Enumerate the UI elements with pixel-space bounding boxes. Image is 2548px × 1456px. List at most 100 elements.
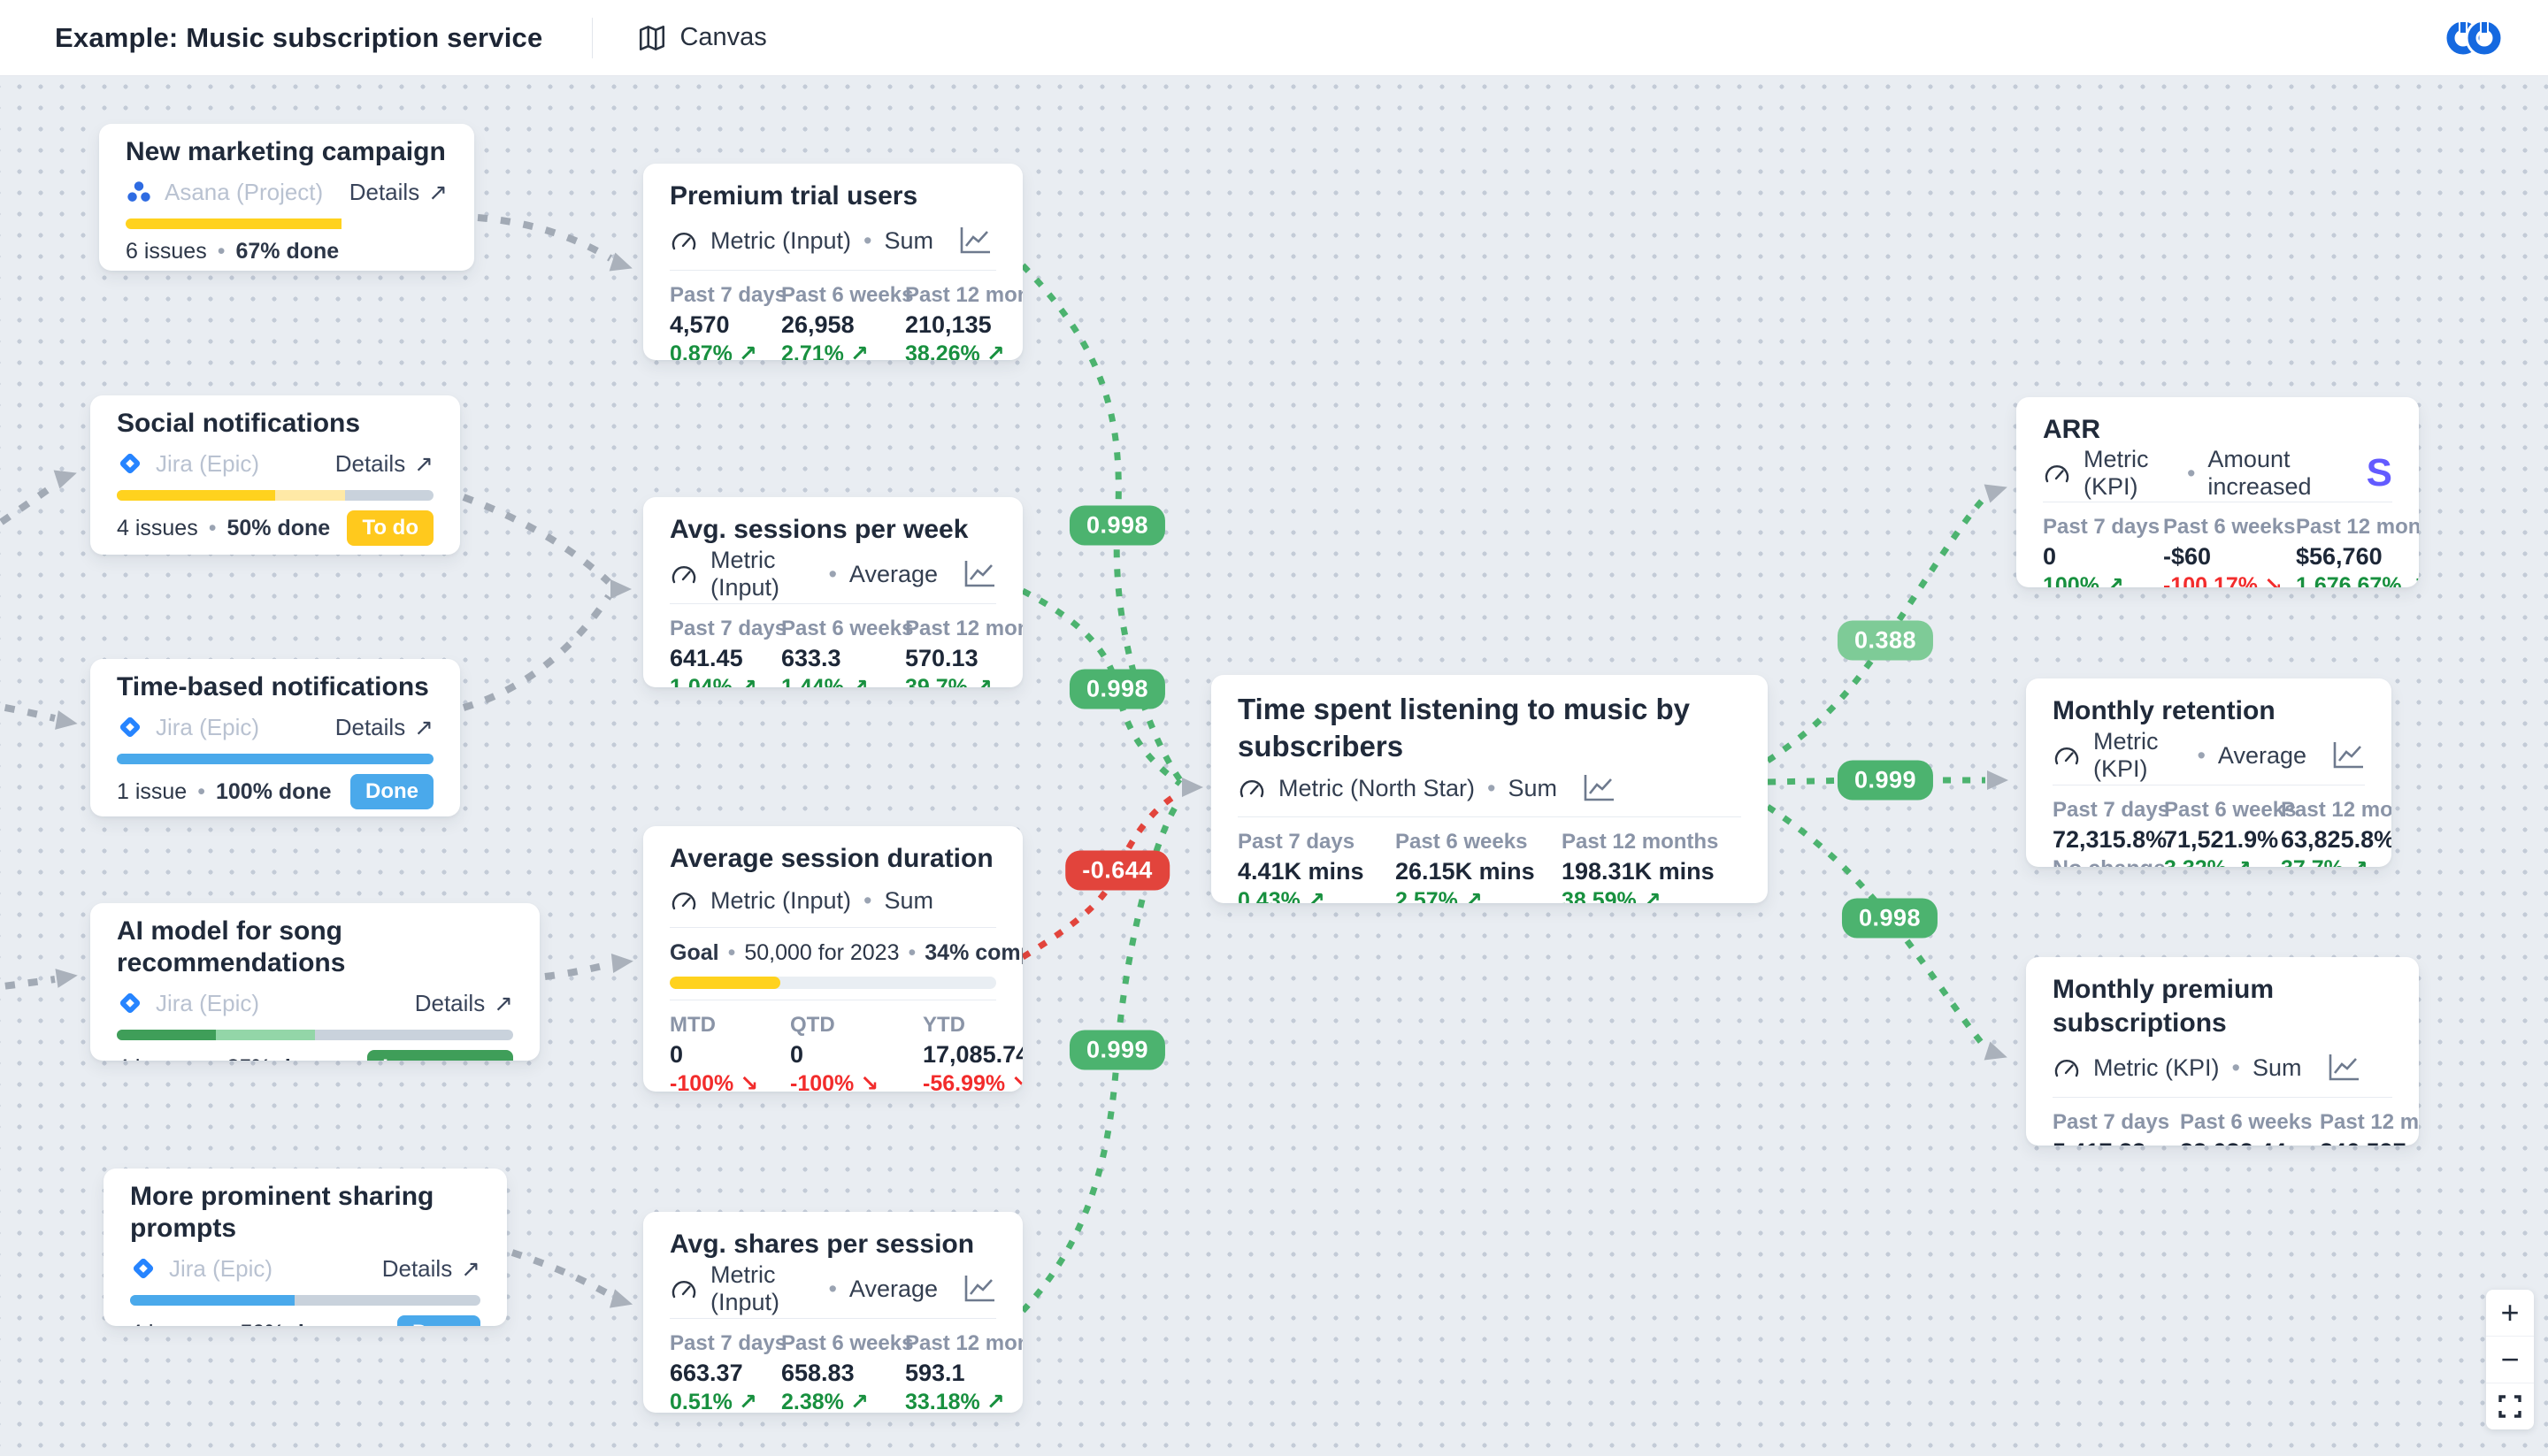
correlation-badge[interactable]: 0.998 [1070, 506, 1165, 546]
period-value: 0 [2043, 541, 2149, 571]
card-divider [670, 1318, 996, 1319]
line-chart-icon[interactable] [959, 1272, 996, 1306]
project-card-sharing-prompts[interactable]: More prominent sharing prompts Jira (Epi… [104, 1169, 507, 1326]
details-link[interactable]: Details ↗ [415, 990, 513, 1017]
project-source-label: Jira (Epic) [156, 450, 259, 478]
connector-timebased-sessions [464, 596, 609, 708]
issues-summary: 4 issues • 50% done [130, 1321, 343, 1327]
period-delta: -56.99% ↘ [923, 1070, 1023, 1092]
metric-card-north-star[interactable]: Time spent listening to music by subscri… [1211, 675, 1768, 903]
project-title: Time-based notifications [117, 671, 434, 703]
correlation-badge[interactable]: 0.999 [1838, 761, 1933, 801]
correlation-badge[interactable]: 0.998 [1070, 670, 1165, 709]
period-value: 0 [790, 1039, 909, 1069]
progress-segment [117, 490, 275, 501]
period-value: 633.3 [781, 643, 891, 673]
project-card-ai-model[interactable]: AI model for song recommendations Jira (… [90, 903, 540, 1061]
correlation-badge[interactable]: 0.998 [1842, 899, 1938, 939]
jira-icon [117, 450, 143, 477]
map-icon [637, 23, 667, 53]
jira-icon [117, 990, 143, 1016]
correlation-badge[interactable]: 0.999 [1070, 1031, 1165, 1070]
workspace-title[interactable]: Example: Music subscription service [55, 22, 542, 54]
progress-segment [130, 1295, 295, 1306]
details-label: Details [335, 450, 405, 478]
tab-canvas[interactable]: Canvas [637, 23, 766, 53]
metric-card-monthly-premium-subscriptions[interactable]: Monthly premium subscriptions Metric (KP… [2026, 957, 2419, 1146]
line-chart-icon[interactable] [2323, 1051, 2360, 1084]
metric-card-avg-session-duration[interactable]: Average session duration Metric (Input) … [643, 826, 1023, 1092]
line-chart-icon[interactable] [1578, 771, 1616, 805]
metric-card-avg-shares[interactable]: Avg. shares per session Metric (Input) •… [643, 1212, 1023, 1413]
header-divider [592, 18, 593, 58]
metric-title: ARR [2043, 413, 2392, 447]
top-bar: Example: Music subscription service Canv… [0, 0, 2548, 75]
period-value: 4,570 [670, 310, 767, 340]
issues-count: 4 issues [130, 1321, 211, 1327]
period-delta: 37.7% ↗ [2281, 855, 2391, 867]
gauge-icon [670, 888, 698, 913]
metric-type: Metric (KPI) [2093, 1054, 2220, 1082]
jira-icon [130, 1255, 157, 1282]
metric-period-column: Past 12 months 246,597.93 35.85% ↗ [2320, 1110, 2419, 1146]
line-chart-icon[interactable] [959, 557, 996, 591]
line-chart-icon[interactable] [2328, 739, 2365, 772]
project-card-time-based-notifications[interactable]: Time-based notifications Jira (Epic) Det… [90, 659, 460, 816]
metric-period-column: Past 12 months 593.1 33.18% ↗ [905, 1331, 1023, 1413]
metric-title: Average session duration [670, 842, 996, 876]
metric-card-premium-trial-users[interactable]: Premium trial users Metric (Input) • Sum… [643, 164, 1023, 360]
plus-icon: + [2500, 1294, 2519, 1331]
period-label: Past 12 months [2296, 515, 2419, 540]
period-value: 198.31K mins [1562, 856, 1741, 886]
goal-target: 50,000 for 2023 [744, 940, 899, 966]
correlation-badge-weak[interactable]: 0.388 [1838, 621, 1933, 661]
details-link[interactable]: Details ↗ [335, 450, 434, 478]
project-card-social-notifications[interactable]: Social notifications Jira (Epic) Details… [90, 395, 460, 555]
details-link[interactable]: Details ↗ [382, 1255, 480, 1283]
canvas[interactable]: Example: Music subscription service Canv… [0, 0, 2548, 1456]
correlation-badge-negative[interactable]: -0.644 [1065, 851, 1170, 891]
separator-dot: • [197, 779, 205, 805]
metric-type: Metric (Input) [710, 227, 851, 255]
connector-nmc-premium [478, 218, 610, 258]
separator-dot: • [222, 1321, 230, 1327]
separator-dot: • [728, 940, 736, 966]
separator-dot: • [2187, 460, 2195, 487]
period-value: 5,417.23 [2053, 1137, 2168, 1146]
period-label: Past 7 days [1238, 830, 1381, 854]
project-card-new-marketing-campaign[interactable]: New marketing campaign Asana (Project) D… [99, 124, 474, 271]
period-value: 593.1 [905, 1358, 1023, 1388]
zoom-out-button[interactable]: − [2486, 1337, 2534, 1383]
issues-count: 4 issues [117, 516, 198, 541]
details-link[interactable]: Details ↗ [335, 714, 434, 741]
period-delta: -100% ↘ [670, 1070, 776, 1092]
separator-dot: • [209, 1055, 217, 1061]
goal-summary: Goal • 50,000 for 2023 • 34% complete [670, 940, 996, 966]
period-value: 71,521.9% [2164, 824, 2268, 854]
done-percent: 25% done [226, 1055, 330, 1061]
metric-card-monthly-retention[interactable]: Monthly retention Metric (KPI) • Average… [2026, 678, 2391, 867]
project-source-label: Asana (Project) [165, 179, 323, 206]
period-delta: 0.87% ↗ [670, 341, 767, 360]
metric-card-avg-sessions[interactable]: Avg. sessions per week Metric (Input) • … [643, 497, 1023, 687]
metric-card-arr[interactable]: ARR Metric (KPI) • Amount increased S Pa… [2016, 397, 2419, 587]
metric-aggregation: Sum [885, 227, 934, 255]
status-badge: Done [397, 1315, 480, 1326]
separator-dot: • [1487, 775, 1495, 802]
tab-canvas-label: Canvas [679, 23, 766, 52]
details-link[interactable]: Details ↗ [349, 179, 448, 206]
metric-period-column: Past 7 days 0 100% ↗ [2043, 515, 2149, 587]
metric-aggregation: Sum [1508, 775, 1557, 802]
jira-icon [117, 714, 143, 740]
zoom-in-button[interactable]: + [2486, 1290, 2534, 1336]
period-delta: 2.57% ↗ [1395, 887, 1547, 903]
gauge-icon [670, 562, 698, 586]
details-label: Details [335, 714, 405, 741]
metric-title: Avg. shares per session [670, 1228, 996, 1261]
goal-label: Goal [670, 940, 719, 966]
external-link-icon: ↗ [414, 714, 434, 741]
app-logo-icon[interactable] [2442, 18, 2509, 58]
card-divider [2053, 1097, 2392, 1098]
line-chart-icon[interactable] [955, 224, 992, 257]
fullscreen-button[interactable] [2486, 1383, 2534, 1429]
